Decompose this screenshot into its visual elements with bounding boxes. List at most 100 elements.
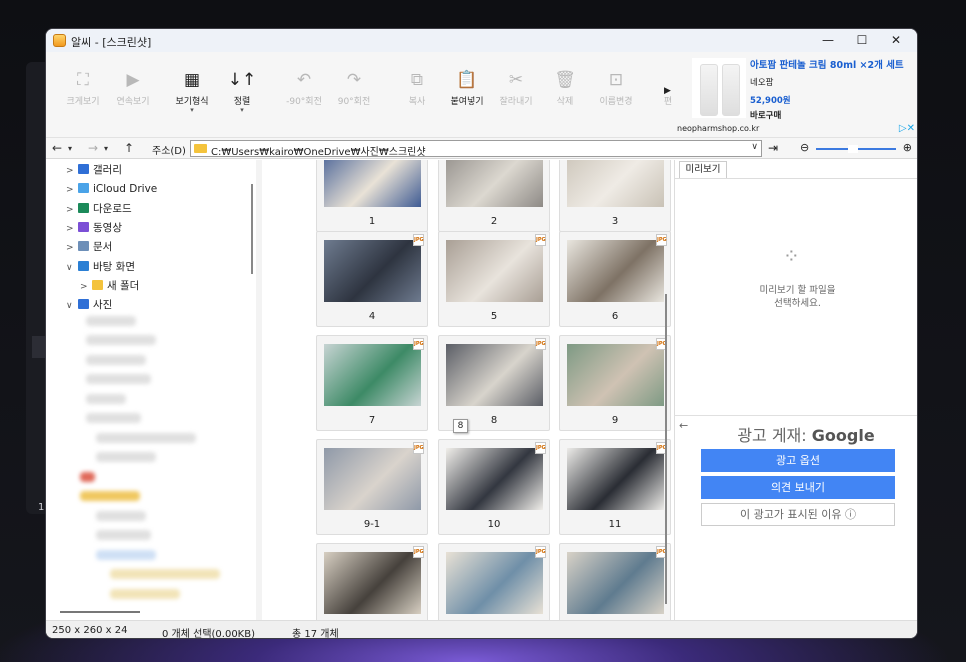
thumbnail-scrollbar[interactable] — [665, 294, 667, 604]
thumbnail-item[interactable]: 3 — [559, 160, 671, 232]
thumbnail-image[interactable] — [446, 160, 543, 207]
thumbnail-item[interactable]: JPG 9-1 — [316, 439, 428, 535]
top-ad[interactable]: ▶ 아토팜 판테놀 크림 80ml ×2개 세트 네오팜 52,900원 바로구… — [664, 52, 917, 137]
tree-expander-icon[interactable]: > — [66, 220, 78, 238]
tree-item[interactable]: > 갤러리 — [66, 161, 122, 179]
title-bar[interactable]: 알씨 - [스크린샷] — ☐ ✕ — [46, 29, 917, 52]
background-bar — [32, 336, 46, 358]
thumbnail-image[interactable] — [324, 240, 421, 302]
jpg-file-icon: JPG — [535, 338, 546, 350]
thumbnail-image[interactable] — [567, 160, 664, 207]
tool-10-button[interactable]: ⊡ 이름변경 — [591, 68, 641, 107]
jpg-file-icon: JPG — [413, 546, 424, 558]
thumbnail-item[interactable]: JPG12 — [316, 543, 428, 620]
tab-preview[interactable]: 미리보기 — [679, 161, 727, 178]
ad-buy-link[interactable]: 바로구매 — [750, 109, 781, 121]
tool-8-button[interactable]: ✂ 잘라내기 — [491, 68, 541, 107]
thumbnail-image[interactable] — [324, 552, 421, 614]
ad-play-icon[interactable]: ▶ — [664, 86, 671, 96]
tree-scrollbar[interactable] — [251, 184, 253, 274]
up-arrow-icon[interactable]: ↑ — [124, 141, 134, 155]
zoom-out-icon[interactable]: ⊖ — [800, 141, 809, 154]
tool-6-icon: ⧉ — [410, 70, 424, 90]
tree-expander-icon[interactable]: > — [66, 181, 78, 199]
tool-1-button[interactable]: ▶ 연속보기 — [108, 68, 158, 107]
ad-options-button[interactable]: 광고 옵션 — [701, 449, 895, 472]
chevron-down-icon[interactable]: ∨ — [751, 142, 758, 152]
tool-6-button[interactable]: ⧉ 복사 — [392, 68, 442, 107]
tree-item[interactable]: ∨ 사진 — [66, 296, 112, 314]
tree-item[interactable]: > 새 폴더 — [80, 277, 139, 295]
thumbnail-item[interactable]: JPG 6 — [559, 231, 671, 327]
background-number: 1 — [38, 502, 45, 513]
tool-0-label: 크게보기 — [66, 97, 100, 107]
close-button[interactable]: ✕ — [879, 30, 913, 52]
tree-expander-icon[interactable]: > — [66, 162, 78, 180]
tool-7-button[interactable]: 📋 붙여넣기 — [442, 68, 492, 107]
maximize-button[interactable]: ☐ — [845, 30, 879, 52]
image-size: 250 x 260 x 24 — [52, 625, 128, 636]
thumbnail-item[interactable]: JPG 7 — [316, 335, 428, 431]
tree-horizontal-scrollbar[interactable] — [60, 611, 140, 613]
thumbnail-image[interactable] — [446, 344, 543, 406]
tool-0-button[interactable]: ⛶ 크게보기 — [58, 68, 108, 107]
thumbnail-image[interactable] — [446, 552, 543, 614]
tree-item[interactable]: ∨ 바탕 화면 — [66, 258, 135, 276]
adchoices-icon[interactable]: ▷✕ — [899, 123, 915, 134]
tree-expander-icon[interactable]: > — [80, 278, 92, 296]
thumbnail-image[interactable] — [324, 344, 421, 406]
thumbnail-image[interactable] — [567, 448, 664, 510]
thumbnail-caption: 10 — [487, 519, 501, 530]
back-dropdown-icon[interactable]: ▾ — [68, 144, 72, 153]
ad-title[interactable]: 아토팜 판테놀 크림 80ml ×2개 세트 — [750, 57, 904, 71]
minimize-button[interactable]: — — [811, 30, 845, 52]
tool-9-button[interactable]: 🗑 삭제 — [540, 68, 590, 107]
tree-expander-icon[interactable]: ∨ — [66, 259, 78, 277]
tree-item[interactable]: > 문서 — [66, 238, 112, 256]
jpg-file-icon: JPG — [413, 338, 424, 350]
zoom-slider[interactable]: ⊖ ⊕ — [800, 141, 912, 156]
send-feedback-button[interactable]: 의견 보내기 — [701, 476, 895, 499]
why-this-ad-button[interactable]: 이 광고가 표시된 이유 ⓘ — [701, 503, 895, 526]
tool-4-button[interactable]: ↶ -90°회전 — [279, 68, 329, 107]
tree-item[interactable]: > 동영상 — [66, 219, 122, 237]
thumbnail-image[interactable] — [567, 552, 664, 614]
tree-expander-icon[interactable]: > — [66, 239, 78, 257]
thumbnail-image[interactable] — [567, 344, 664, 406]
tree-expander-icon[interactable]: > — [66, 201, 78, 219]
zoom-in-icon[interactable]: ⊕ — [903, 141, 912, 154]
tree-expander-icon[interactable]: ∨ — [66, 297, 78, 315]
tool-3-button[interactable]: ↓↑ 정렬 ▾ — [217, 68, 267, 114]
ad-product-image[interactable] — [692, 58, 746, 118]
tree-item[interactable]: > iCloud Drive — [66, 180, 157, 198]
thumbnail-image[interactable] — [324, 160, 421, 207]
tree-item-label: 새 폴더 — [107, 280, 140, 292]
address-input[interactable]: C:₩Users₩kairo₩OneDrive₩사진₩스크린샷 ∨ — [190, 140, 762, 158]
address-path[interactable]: C:₩Users₩kairo₩OneDrive₩사진₩스크린샷 — [211, 143, 426, 158]
total-count: 총 17 개체 — [292, 629, 339, 639]
zoom-thumb[interactable] — [848, 145, 858, 153]
thumbnail-item[interactable]: JPG 9 — [559, 335, 671, 431]
tool-2-button[interactable]: ▦ 보기형식 ▾ — [167, 68, 217, 114]
tool-5-button[interactable]: ↷ 90°회전 — [329, 68, 379, 107]
thumbnail-item[interactable]: JPG14 — [559, 543, 671, 620]
thumbnail-item[interactable]: 1 — [316, 160, 428, 232]
go-icon[interactable]: ⇥ — [768, 141, 778, 155]
thumbnail-item[interactable]: JPG 8 — [438, 335, 550, 431]
forward-dropdown-icon[interactable]: ▾ — [104, 144, 108, 153]
thumbnail-item[interactable]: JPG13 — [438, 543, 550, 620]
jpg-file-icon: JPG — [413, 234, 424, 246]
thumbnail-item[interactable]: JPG 4 — [316, 231, 428, 327]
tree-item[interactable]: > 다운로드 — [66, 200, 132, 218]
thumbnail-image[interactable] — [324, 448, 421, 510]
thumbnail-image[interactable] — [446, 448, 543, 510]
thumbnail-item[interactable]: JPG 5 — [438, 231, 550, 327]
thumbnail-item[interactable]: JPG 11 — [559, 439, 671, 535]
thumbnail-image[interactable] — [567, 240, 664, 302]
tree-item-label: 동영상 — [93, 222, 122, 234]
thumbnail-image[interactable] — [446, 240, 543, 302]
thumbnail-item[interactable]: JPG 10 — [438, 439, 550, 535]
back-arrow-icon[interactable]: ← — [52, 141, 62, 155]
forward-arrow-icon[interactable]: → — [88, 141, 98, 155]
thumbnail-item[interactable]: 2 — [438, 160, 550, 232]
